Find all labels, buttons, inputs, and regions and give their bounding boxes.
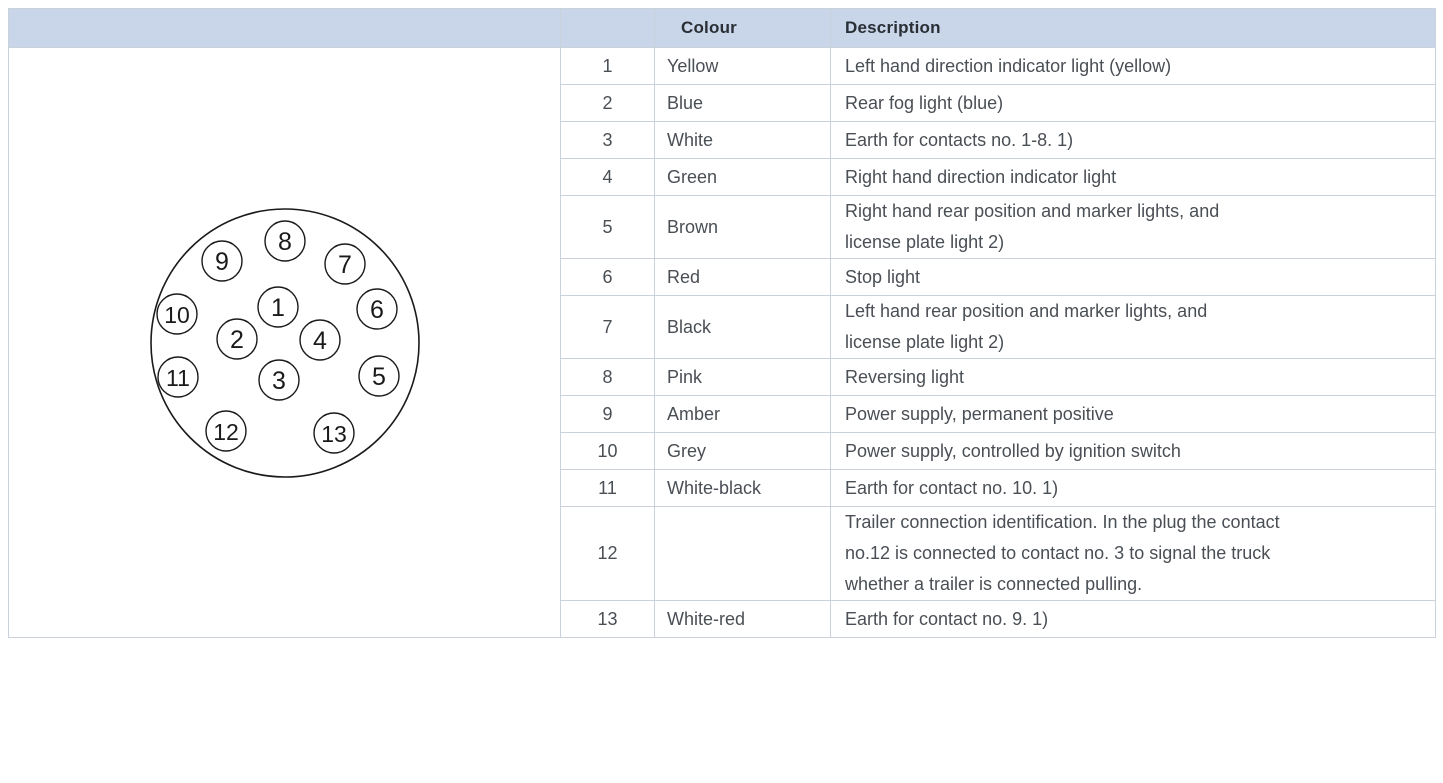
pin-colour: White-black bbox=[654, 469, 831, 507]
pin-colour: Grey bbox=[654, 432, 831, 470]
description-line: Right hand direction indicator light bbox=[845, 166, 1117, 187]
pin-label-6: 6 bbox=[370, 296, 384, 324]
header-diagram-cell bbox=[8, 8, 561, 48]
description-line: license plate light 2) bbox=[845, 232, 1005, 252]
description-line: Stop light bbox=[845, 266, 921, 287]
description-line: Reversing light bbox=[845, 366, 965, 387]
pin-number: 1 bbox=[560, 47, 655, 85]
pin-label-10: 10 bbox=[164, 302, 190, 328]
pin-number: 11 bbox=[560, 469, 655, 507]
pin-label-7: 7 bbox=[338, 251, 352, 279]
pin-label-13: 13 bbox=[321, 421, 347, 447]
description-line: Power supply, permanent positive bbox=[845, 403, 1114, 424]
description-line: no.12 is connected to contact no. 3 to s… bbox=[845, 543, 1271, 563]
pin-number: 2 bbox=[560, 84, 655, 122]
pin-assignment-table: Colour Description 8 9 7 10 1 6 2 4 11 3 5 12 13 1 Y… bbox=[8, 8, 1436, 638]
pin-description: Reversing light bbox=[830, 358, 1436, 396]
pin-number: 7 bbox=[560, 295, 655, 359]
description-line: Earth for contacts no. 1-8. 1) bbox=[845, 129, 1074, 150]
pin-number: 4 bbox=[560, 158, 655, 196]
header-colour: Colour bbox=[654, 8, 831, 48]
pin-label-1: 1 bbox=[271, 294, 285, 322]
pin-number: 6 bbox=[560, 258, 655, 296]
pin-description: Earth for contact no. 9. 1) bbox=[830, 600, 1436, 638]
pin-label-8: 8 bbox=[278, 228, 292, 256]
description-line: Left hand direction indicator light (yel… bbox=[845, 55, 1172, 76]
description-line: Earth for contact no. 10. 1) bbox=[845, 477, 1059, 498]
header-number bbox=[560, 8, 655, 48]
pin-description: Earth for contacts no. 1-8. 1) bbox=[830, 121, 1436, 159]
description-line: license plate light 2) bbox=[845, 332, 1005, 352]
pin-description: Rear fog light (blue) bbox=[830, 84, 1436, 122]
connector-diagram-cell: 8 9 7 10 1 6 2 4 11 3 5 12 13 bbox=[8, 47, 561, 638]
table-header-row: Colour Description bbox=[8, 8, 1436, 48]
pin-label-4: 4 bbox=[313, 327, 327, 355]
pin-description: Earth for contact no. 10. 1) bbox=[830, 469, 1436, 507]
pin-description: Left hand rear position and marker light… bbox=[830, 295, 1436, 359]
pin-number: 8 bbox=[560, 358, 655, 396]
pin-description: Stop light bbox=[830, 258, 1436, 296]
pin-number: 3 bbox=[560, 121, 655, 159]
pin-colour: Yellow bbox=[654, 47, 831, 85]
header-description: Description bbox=[830, 8, 1436, 48]
pin-colour: Blue bbox=[654, 84, 831, 122]
description-line: Trailer connection identification. In th… bbox=[845, 512, 1280, 532]
description-line: Right hand rear position and marker ligh… bbox=[845, 201, 1220, 221]
pin-colour: Amber bbox=[654, 395, 831, 433]
pin-number: 10 bbox=[560, 432, 655, 470]
pin-assignment-table-wrapper: Colour Description 8 9 7 10 1 6 2 4 11 3 5 12 13 1 Y… bbox=[8, 8, 1436, 778]
description-line: Power supply, controlled by ignition swi… bbox=[845, 440, 1181, 461]
pin-number: 9 bbox=[560, 395, 655, 433]
pin-number: 5 bbox=[560, 195, 655, 259]
pin-colour bbox=[654, 506, 831, 601]
pin-label-12: 12 bbox=[213, 419, 239, 445]
pin-colour: Green bbox=[654, 158, 831, 196]
connector-pin-diagram: 8 9 7 10 1 6 2 4 11 3 5 12 13 bbox=[149, 207, 420, 478]
pin-colour: Red bbox=[654, 258, 831, 296]
pin-label-11: 11 bbox=[166, 365, 190, 391]
pin-label-2: 2 bbox=[230, 326, 244, 354]
pin-colour: Black bbox=[654, 295, 831, 359]
description-line: Earth for contact no. 9. 1) bbox=[845, 608, 1049, 629]
pin-description: Right hand rear position and marker ligh… bbox=[830, 195, 1436, 259]
description-line: Left hand rear position and marker light… bbox=[845, 301, 1208, 321]
pin-colour: White-red bbox=[654, 600, 831, 638]
pin-label-9: 9 bbox=[215, 248, 229, 276]
description-line: Rear fog light (blue) bbox=[845, 92, 1004, 113]
pin-number: 13 bbox=[560, 600, 655, 638]
description-line: whether a trailer is connected pulling. bbox=[845, 574, 1143, 594]
pin-description: Right hand direction indicator light bbox=[830, 158, 1436, 196]
pin-description: Power supply, permanent positive bbox=[830, 395, 1436, 433]
pin-colour: Pink bbox=[654, 358, 831, 396]
pin-description: Trailer connection identification. In th… bbox=[830, 506, 1436, 601]
pin-description: Left hand direction indicator light (yel… bbox=[830, 47, 1436, 85]
pin-number: 12 bbox=[560, 506, 655, 601]
pin-description: Power supply, controlled by ignition swi… bbox=[830, 432, 1436, 470]
pin-label-5: 5 bbox=[372, 363, 386, 391]
pin-colour: Brown bbox=[654, 195, 831, 259]
pin-colour: White bbox=[654, 121, 831, 159]
pin-label-3: 3 bbox=[272, 367, 286, 395]
table-row: 8 9 7 10 1 6 2 4 11 3 5 12 13 1 Yellow Left hand dir… bbox=[8, 47, 1436, 638]
